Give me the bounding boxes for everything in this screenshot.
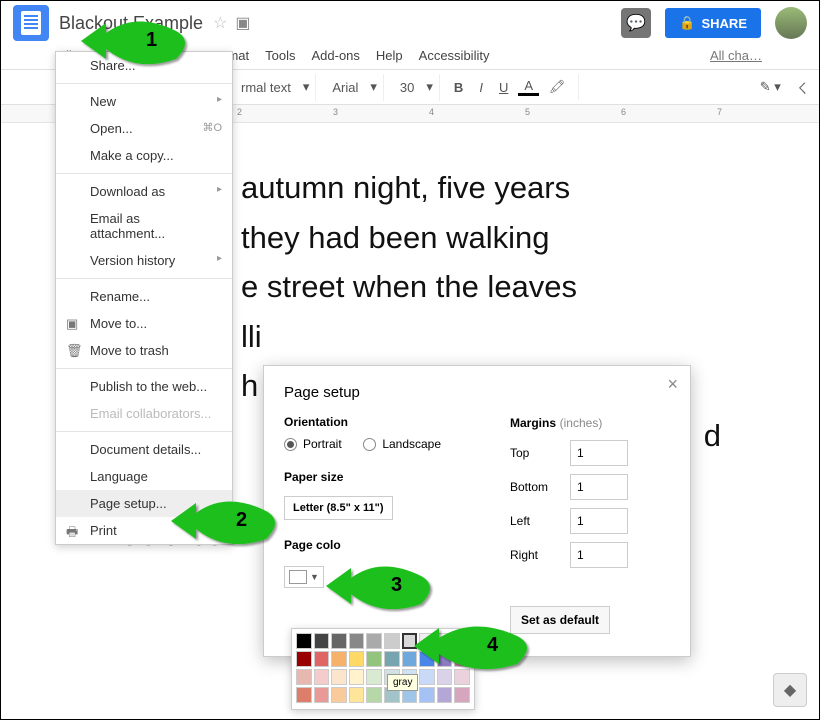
menu-accessibility[interactable]: Accessibility xyxy=(412,46,497,65)
color-swatch[interactable] xyxy=(296,669,312,685)
file-version-history[interactable]: Version history▸ xyxy=(56,247,232,274)
callout-3: 3 xyxy=(321,556,441,621)
file-rename[interactable]: Rename... xyxy=(56,283,232,310)
file-open[interactable]: Open...⌘O xyxy=(56,115,232,142)
color-swatch[interactable] xyxy=(384,633,400,649)
highlight-button[interactable]: 🖍 xyxy=(543,79,572,95)
pagecolor-dropdown[interactable]: ▼ xyxy=(284,566,324,588)
close-icon[interactable]: × xyxy=(667,374,678,395)
menu-help[interactable]: Help xyxy=(369,46,410,65)
text-color-button[interactable]: A xyxy=(518,78,539,96)
docs-icon[interactable] xyxy=(13,5,49,41)
margins-label: Margins xyxy=(510,416,556,430)
papersize-dropdown[interactable]: Letter (8.5" x 11") xyxy=(284,496,393,520)
margin-top-input[interactable] xyxy=(570,440,628,466)
font-dropdown[interactable]: Arial xyxy=(324,78,366,97)
color-swatch[interactable] xyxy=(331,687,347,703)
file-menu: Share... New▸ Open...⌘O Make a copy... D… xyxy=(55,51,233,545)
color-swatch[interactable] xyxy=(349,651,365,667)
file-move-to-trash[interactable]: 🗑Move to trash xyxy=(56,337,232,364)
file-language[interactable]: Language xyxy=(56,463,232,490)
file-new[interactable]: New▸ xyxy=(56,88,232,115)
color-swatch[interactable] xyxy=(366,669,382,685)
color-swatch[interactable] xyxy=(366,687,382,703)
color-swatch[interactable] xyxy=(349,669,365,685)
margin-left-input[interactable] xyxy=(570,508,628,534)
all-changes-link[interactable]: All cha… xyxy=(703,46,769,65)
folder-icon: ▣ xyxy=(66,316,78,332)
file-download[interactable]: Download as▸ xyxy=(56,178,232,205)
explore-button[interactable]: ◆ xyxy=(773,673,807,707)
file-make-copy[interactable]: Make a copy... xyxy=(56,142,232,169)
print-icon: 🖶 xyxy=(66,523,78,545)
bold-button[interactable]: B xyxy=(448,80,469,95)
dialog-title: Page setup xyxy=(284,384,670,401)
menu-tools[interactable]: Tools xyxy=(258,46,302,65)
color-swatch[interactable] xyxy=(331,651,347,667)
color-swatch[interactable] xyxy=(331,633,347,649)
color-swatch[interactable] xyxy=(366,651,382,667)
color-swatch[interactable] xyxy=(349,687,365,703)
file-move-to[interactable]: ▣Move to... xyxy=(56,310,232,337)
share-label: SHARE xyxy=(701,16,747,31)
color-swatch[interactable] xyxy=(384,651,400,667)
file-email-attachment[interactable]: Email as attachment... xyxy=(56,205,232,247)
italic-button[interactable]: I xyxy=(473,80,489,95)
margin-right-input[interactable] xyxy=(570,542,628,568)
file-email-collaborators: Email collaborators... xyxy=(56,400,232,427)
style-dropdown[interactable]: rmal text xyxy=(233,78,299,97)
color-swatch[interactable] xyxy=(331,669,347,685)
orientation-label: Orientation xyxy=(284,415,480,429)
landscape-radio[interactable]: Landscape xyxy=(363,437,441,451)
color-swatch[interactable] xyxy=(437,687,453,703)
avatar[interactable] xyxy=(775,7,807,39)
callout-4: 4 xyxy=(409,616,539,681)
color-swatch[interactable] xyxy=(419,687,435,703)
underline-button[interactable]: U xyxy=(493,80,514,95)
folder-icon[interactable]: ▣ xyxy=(235,13,250,33)
star-icon[interactable]: ☆ xyxy=(213,13,227,33)
color-swatch[interactable] xyxy=(366,633,382,649)
color-swatch[interactable] xyxy=(314,633,330,649)
margin-bottom-input[interactable] xyxy=(570,474,628,500)
editing-mode-button[interactable]: ✎ ▾ xyxy=(760,79,781,95)
share-button[interactable]: 🔒 SHARE xyxy=(665,8,761,38)
color-swatch[interactable] xyxy=(454,687,470,703)
expand-button[interactable]: ㄑ xyxy=(796,78,809,97)
menu-addons[interactable]: Add-ons xyxy=(304,46,366,65)
color-swatch[interactable] xyxy=(296,633,312,649)
portrait-radio[interactable]: Portrait xyxy=(284,437,342,451)
color-swatch[interactable] xyxy=(349,633,365,649)
file-publish[interactable]: Publish to the web... xyxy=(56,373,232,400)
color-swatch[interactable] xyxy=(314,669,330,685)
color-swatch[interactable] xyxy=(314,651,330,667)
lock-icon: 🔒 xyxy=(679,15,695,31)
color-swatch[interactable] xyxy=(314,687,330,703)
callout-2: 2 xyxy=(166,491,286,556)
pagecolor-label: Page colo xyxy=(284,538,480,552)
color-swatch[interactable] xyxy=(296,687,312,703)
comments-button[interactable]: 💬 xyxy=(621,8,651,38)
fontsize-dropdown[interactable]: 30 xyxy=(392,78,422,97)
file-document-details[interactable]: Document details... xyxy=(56,436,232,463)
color-swatch[interactable] xyxy=(296,651,312,667)
trash-icon: 🗑 xyxy=(66,343,83,359)
papersize-label: Paper size xyxy=(284,470,480,484)
callout-1: 1 xyxy=(76,11,196,76)
